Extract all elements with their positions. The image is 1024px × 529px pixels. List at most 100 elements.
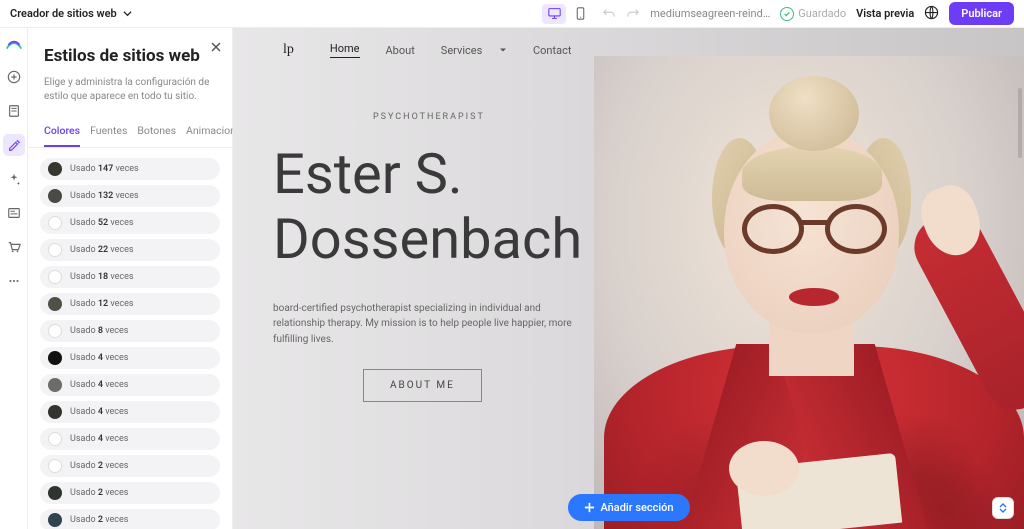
color-swatch — [48, 324, 62, 338]
color-swatch — [48, 189, 62, 203]
color-swatch — [48, 243, 62, 257]
color-usage-label: Usado 8 veces — [70, 326, 128, 336]
publish-button[interactable]: Publicar — [949, 2, 1014, 25]
color-usage-label: Usado 132 veces — [70, 191, 139, 201]
sidebar-rail — [0, 28, 28, 529]
color-swatch — [48, 486, 62, 500]
color-row[interactable]: Usado 2 veces — [40, 482, 220, 504]
color-swatch — [48, 270, 62, 284]
tab-botones[interactable]: Botones — [137, 124, 176, 147]
color-swatch — [48, 297, 62, 311]
color-usage-label: Usado 12 veces — [70, 299, 134, 309]
nav-services[interactable]: Services — [441, 44, 507, 57]
sort-icon — [997, 502, 1009, 514]
nav-home[interactable]: Home — [330, 42, 360, 58]
color-swatch — [48, 432, 62, 446]
hero-title[interactable]: Ester S. Dossenbach — [273, 142, 633, 273]
page-icon — [7, 104, 21, 118]
tab-colores[interactable]: Colores — [44, 124, 80, 147]
ai-button[interactable] — [3, 168, 25, 190]
add-section-label: Añadir sección — [600, 501, 673, 514]
color-swatch — [48, 459, 62, 473]
close-icon — [210, 41, 222, 53]
undo-icon[interactable] — [602, 7, 616, 21]
caret-down-icon — [499, 44, 507, 57]
sparkle-icon — [7, 172, 21, 186]
site-url[interactable]: mediumseagreen-reindeer-4... — [650, 7, 770, 20]
color-usage-label: Usado 2 veces — [70, 488, 128, 498]
color-swatch — [48, 351, 62, 365]
color-row[interactable]: Usado 12 veces — [40, 293, 220, 315]
color-usage-label: Usado 18 veces — [70, 272, 134, 282]
add-element-button[interactable] — [3, 66, 25, 88]
color-usage-label: Usado 4 veces — [70, 380, 128, 390]
close-panel-button[interactable] — [210, 38, 222, 57]
styles-panel: Estilos de sitios web Elige y administra… — [28, 28, 233, 529]
preview-canvas[interactable]: lp Home About Services Contact PSYCHOTHE… — [233, 28, 1024, 529]
form-icon — [7, 206, 21, 220]
color-usage-label: Usado 4 veces — [70, 353, 128, 363]
saved-label: Guardado — [798, 7, 846, 20]
site-brand-suffix: lp — [283, 42, 294, 58]
color-usage-label: Usado 147 veces — [70, 164, 139, 174]
color-row[interactable]: Usado 4 veces — [40, 401, 220, 423]
color-row[interactable]: Usado 8 veces — [40, 320, 220, 342]
panel-title: Estilos de sitios web — [44, 46, 216, 66]
add-section-button[interactable]: Añadir sección — [567, 494, 689, 521]
styles-button[interactable] — [3, 134, 25, 156]
scrollbar[interactable] — [1018, 88, 1022, 158]
nav-about[interactable]: About — [386, 44, 415, 57]
color-usage-label: Usado 22 veces — [70, 245, 134, 255]
color-row[interactable]: Usado 2 veces — [40, 509, 220, 529]
color-row[interactable]: Usado 18 veces — [40, 266, 220, 288]
styles-icon — [7, 138, 21, 152]
hero-text[interactable]: board-certified psychotherapist speciali… — [273, 301, 593, 348]
nav-contact[interactable]: Contact — [533, 44, 571, 57]
color-usage-label: Usado 4 veces — [70, 407, 128, 417]
pages-button[interactable] — [3, 100, 25, 122]
color-row[interactable]: Usado 4 veces — [40, 374, 220, 396]
color-row[interactable]: Usado 147 veces — [40, 158, 220, 180]
color-swatch — [48, 162, 62, 176]
chevron-down-icon — [123, 9, 132, 18]
color-usage-label: Usado 52 veces — [70, 218, 134, 228]
forms-button[interactable] — [3, 202, 25, 224]
preview-button[interactable]: Vista previa — [856, 7, 914, 20]
tab-fuentes[interactable]: Fuentes — [90, 124, 127, 147]
color-row[interactable]: Usado 4 veces — [40, 428, 220, 450]
site-preview: lp Home About Services Contact PSYCHOTHE… — [233, 28, 1024, 529]
color-usage-label: Usado 2 veces — [70, 515, 128, 525]
dots-icon — [7, 274, 21, 288]
builder-dropdown[interactable]: Creador de sitios web — [10, 7, 132, 20]
color-row[interactable]: Usado 22 veces — [40, 239, 220, 261]
color-row[interactable]: Usado 52 veces — [40, 212, 220, 234]
hero-cta-button[interactable]: ABOUT ME — [363, 369, 482, 402]
redo-icon[interactable] — [626, 7, 640, 21]
color-usage-label: Usado 2 veces — [70, 461, 128, 471]
color-list[interactable]: Usado 147 veces Usado 132 veces Usado 52 v… — [28, 148, 232, 529]
hero-section[interactable]: PSYCHOTHERAPIST Ester S. Dossenbach boar… — [233, 72, 633, 402]
save-status: Guardado — [780, 7, 846, 21]
plus-circle-icon — [7, 70, 21, 84]
more-button[interactable] — [3, 270, 25, 292]
mobile-view-button[interactable] — [568, 4, 592, 24]
color-row[interactable]: Usado 4 veces — [40, 347, 220, 369]
builder-label: Creador de sitios web — [10, 7, 117, 20]
mobile-icon — [574, 7, 587, 20]
desktop-view-button[interactable] — [542, 4, 566, 24]
store-button[interactable] — [3, 236, 25, 258]
color-row[interactable]: Usado 2 veces — [40, 455, 220, 477]
globe-button[interactable] — [924, 5, 939, 23]
color-swatch — [48, 513, 62, 527]
topbar-right: mediumseagreen-reindeer-4... Guardado Vi… — [542, 2, 1014, 25]
scroll-control[interactable] — [992, 497, 1014, 519]
check-circle-icon — [780, 7, 794, 21]
globe-icon — [924, 5, 939, 20]
panel-tabs: Colores Fuentes Botones Animaciones — [28, 124, 232, 148]
app-logo[interactable] — [5, 36, 23, 54]
device-toggle — [542, 4, 592, 24]
desktop-icon — [548, 7, 561, 20]
color-row[interactable]: Usado 132 veces — [40, 185, 220, 207]
hero-image[interactable] — [594, 56, 1024, 529]
color-swatch — [48, 216, 62, 230]
